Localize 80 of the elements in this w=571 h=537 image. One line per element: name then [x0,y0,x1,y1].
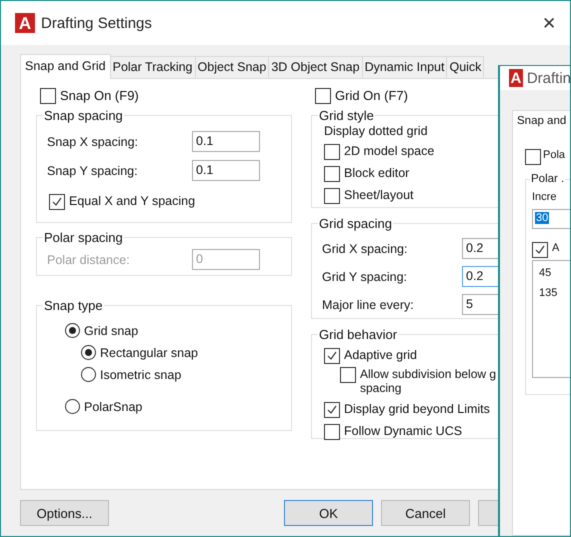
group-title: Polar . [530,173,566,185]
tab[interactable]: Snap and Grid [20,54,111,79]
radio-button[interactable] [81,367,96,382]
checkbox-label: Follow Dynamic UCS [344,424,462,438]
field-label: Snap Y spacing: [46,164,139,178]
radio-option[interactable]: Grid snap [65,323,283,338]
checkbox-option[interactable]: A [532,242,570,258]
selected-text: 30 [535,212,550,224]
app-logo: A [509,69,523,87]
group-title: Snap spacing [43,108,124,123]
checkbox[interactable] [315,88,331,104]
checkbox-option[interactable]: Sheet/layout [324,188,511,204]
checkbox-option[interactable]: Block editor [324,166,511,182]
checkbox-label: Display grid beyond Limits [344,402,490,416]
checkbox-option[interactable]: Pola [525,149,570,165]
radio-button[interactable] [81,345,96,360]
group-title: Snap type [43,298,104,313]
checkbox-option[interactable]: 2D model space [324,144,511,160]
list-item[interactable]: 135 [539,287,570,299]
checkbox-option[interactable]: Grid On (F7) [315,88,511,104]
radio-button[interactable] [65,323,80,338]
window-title: Drafting Settings [41,14,152,32]
checkbox-label: Equal X and Y spacing [69,194,196,208]
checkbox[interactable] [324,144,340,160]
checkbox-label: Sheet/layout [344,188,414,202]
dialog-button[interactable]: Cancel [381,500,470,526]
checkbox-option[interactable]: Equal X and Y spacing [49,194,283,210]
group-title: Polar spacing [43,230,124,245]
field-label: Grid Y spacing: [321,270,408,284]
group-title: Grid style [318,108,375,123]
checkbox-option[interactable]: Display grid beyond Limits [324,402,511,418]
radio-label: Grid snap [84,324,138,338]
checkbox[interactable] [49,194,65,210]
window-title: Draftin [526,70,570,86]
checkbox-label: Pola [543,149,566,161]
checkbox[interactable] [324,188,340,204]
close-button[interactable]: ✕ [542,12,556,34]
radio-button[interactable] [65,399,80,414]
checkbox-label: Snap On (F9) [60,88,139,103]
tab[interactable]: Snap and [512,110,570,133]
group-title: Grid spacing [318,216,393,231]
radio-option[interactable]: Isometric snap [81,367,283,382]
checkbox-label: Allow subdivision below g spacing [360,367,496,396]
radio-label: Rectangular snap [100,346,198,360]
checkbox-label: A [552,242,560,254]
checkbox[interactable] [532,242,548,258]
input-field[interactable]: 0.1 [192,160,260,181]
checkbox[interactable] [525,149,541,165]
section-label: Display dotted grid [324,124,429,138]
field-label: Major line every: [321,298,415,312]
app-logo: A [15,13,35,33]
checkbox[interactable] [324,402,340,418]
list-item[interactable]: 45 [539,267,570,279]
input-field[interactable]: 0.1 [192,131,260,152]
checkbox-label: Grid On (F7) [335,88,408,103]
field-label: Polar distance: [46,252,131,266]
radio-option[interactable]: Rectangular snap [81,345,283,360]
checkbox-label: Block editor [344,166,410,180]
checkbox[interactable] [340,367,356,383]
checkbox-option[interactable]: Allow subdivision below g spacing [340,367,511,396]
dialog-button[interactable]: OK [284,500,373,526]
checkbox[interactable] [324,166,340,182]
checkbox-option[interactable]: Adaptive grid [324,348,511,364]
group-title: Grid behavior [318,327,398,342]
checkbox-label: Adaptive grid [344,348,417,362]
input-field[interactable]: 30 [532,209,570,229]
radio-option[interactable]: PolarSnap [65,399,283,414]
checkbox[interactable] [324,348,340,364]
field-label: Incre [532,191,558,203]
radio-label: Isometric snap [100,368,182,382]
tab[interactable]: Quick [446,56,484,78]
checkbox-label: 2D model space [344,144,434,158]
checkbox[interactable] [40,88,56,104]
checkbox-option[interactable]: Snap On (F9) [40,88,292,104]
field-label: Snap X spacing: [46,134,140,148]
dialog-button[interactable]: Options... [20,500,109,526]
checkbox[interactable] [324,424,340,440]
radio-label: PolarSnap [84,400,142,414]
field-label: Grid X spacing: [321,242,408,256]
checkbox-option[interactable]: Follow Dynamic UCS [324,424,511,440]
